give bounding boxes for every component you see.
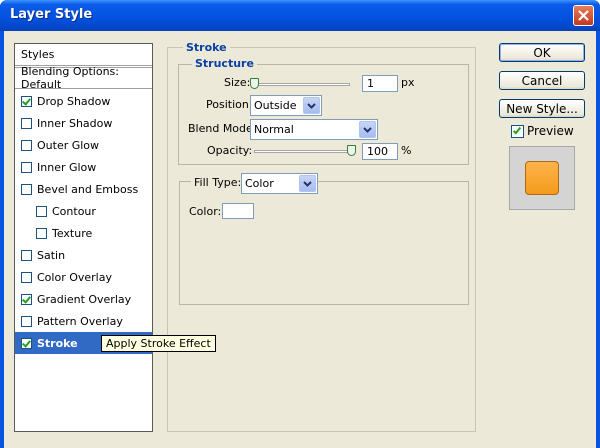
opacity-unit: % — [401, 144, 412, 157]
style-checkbox[interactable] — [21, 271, 32, 283]
size-slider-thumb[interactable] — [250, 78, 259, 89]
title-bar[interactable]: Layer Style — [0, 0, 600, 31]
style-item-contour[interactable]: Contour — [15, 200, 152, 222]
opacity-input[interactable]: 100 — [362, 143, 398, 160]
style-checkbox[interactable] — [21, 117, 32, 129]
window-title: Layer Style — [10, 7, 93, 22]
dialog-body: Styles Blending Options: Default Drop Sh… — [4, 31, 596, 448]
styles-header-label: Styles — [21, 48, 55, 61]
blend-mode-label: Blend Mode: — [188, 122, 257, 135]
style-item-drop-shadow[interactable]: Drop Shadow — [15, 90, 152, 112]
style-item-label: Bevel and Emboss — [37, 182, 139, 196]
style-checkbox[interactable] — [21, 95, 32, 107]
style-item-texture[interactable]: Texture — [15, 222, 152, 244]
close-button[interactable] — [573, 5, 594, 26]
fill-type-label: Fill Type: — [191, 176, 245, 189]
style-item-label: Gradient Overlay — [37, 292, 132, 306]
close-icon — [578, 10, 589, 21]
position-select[interactable]: Outside — [250, 95, 322, 116]
color-label: Color: — [189, 205, 222, 218]
style-item-bevel-and-emboss[interactable]: Bevel and Emboss — [15, 178, 152, 200]
fill-type-value: Color — [245, 177, 274, 190]
style-item-outer-glow[interactable]: Outer Glow — [15, 134, 152, 156]
preview-check-box[interactable] — [511, 124, 524, 138]
size-input[interactable]: 1 — [362, 75, 398, 92]
styles-list: Styles Blending Options: Default Drop Sh… — [14, 43, 153, 432]
style-checkbox[interactable] — [21, 337, 32, 349]
style-checkbox[interactable] — [36, 205, 47, 217]
style-item-gradient-overlay[interactable]: Gradient Overlay — [15, 288, 152, 310]
blend-mode-value: Normal — [254, 123, 294, 136]
blend-mode-select[interactable]: Normal — [250, 119, 378, 140]
chevron-down-icon — [359, 121, 376, 138]
style-checkbox[interactable] — [21, 315, 32, 327]
opacity-label: Opacity: — [207, 144, 253, 157]
style-item-satin[interactable]: Satin — [15, 244, 152, 266]
cancel-button[interactable]: Cancel — [499, 71, 585, 90]
styles-header[interactable]: Styles — [15, 44, 152, 66]
style-checkbox[interactable] — [21, 293, 32, 305]
style-item-label: Stroke — [37, 336, 78, 350]
fill-group — [179, 181, 469, 305]
style-item-label: Inner Glow — [37, 160, 97, 174]
size-slider-track[interactable] — [253, 83, 350, 86]
opacity-slider-track[interactable] — [254, 150, 354, 153]
layer-style-dialog: Layer Style Styles Blending Options: Def… — [0, 0, 600, 448]
blending-options-item[interactable]: Blending Options: Default — [15, 65, 152, 91]
blending-options-label: Blending Options: Default — [21, 65, 119, 91]
preview-checkbox[interactable]: Preview — [511, 124, 574, 138]
fill-type-select[interactable]: Color — [241, 173, 318, 194]
size-unit: px — [401, 76, 415, 89]
position-value: Outside — [254, 99, 297, 112]
style-item-label: Texture — [52, 226, 93, 240]
style-item-label: Satin — [37, 248, 66, 262]
style-checkbox[interactable] — [21, 249, 32, 261]
style-item-label: Inner Shadow — [37, 116, 113, 130]
style-item-inner-shadow[interactable]: Inner Shadow — [15, 112, 152, 134]
structure-group-title: Structure — [192, 57, 257, 70]
ok-button[interactable]: OK — [499, 43, 585, 62]
style-item-label: Outer Glow — [37, 138, 100, 152]
style-item-inner-glow[interactable]: Inner Glow — [15, 156, 152, 178]
size-label: Size: — [224, 76, 251, 89]
stroke-group-title: Stroke — [183, 41, 230, 54]
style-item-label: Contour — [52, 204, 96, 218]
position-label: Position: — [206, 98, 253, 111]
opacity-slider-thumb[interactable] — [347, 145, 356, 156]
style-checkbox[interactable] — [36, 227, 47, 239]
preview-label: Preview — [527, 124, 574, 138]
style-item-pattern-overlay[interactable]: Pattern Overlay — [15, 310, 152, 332]
style-item-label: Drop Shadow — [37, 94, 111, 108]
preview-swatch — [525, 161, 559, 195]
style-checkbox[interactable] — [21, 161, 32, 173]
style-item-color-overlay[interactable]: Color Overlay — [15, 266, 152, 288]
style-checkbox[interactable] — [21, 183, 32, 195]
style-preview — [509, 146, 575, 210]
tooltip: Apply Stroke Effect — [101, 335, 216, 352]
style-item-label: Pattern Overlay — [37, 314, 123, 328]
chevron-down-icon — [299, 175, 316, 192]
color-swatch[interactable] — [222, 203, 254, 219]
new-style-button[interactable]: New Style... — [499, 99, 585, 118]
style-item-label: Color Overlay — [37, 270, 112, 284]
chevron-down-icon — [303, 97, 320, 114]
style-checkbox[interactable] — [21, 139, 32, 151]
